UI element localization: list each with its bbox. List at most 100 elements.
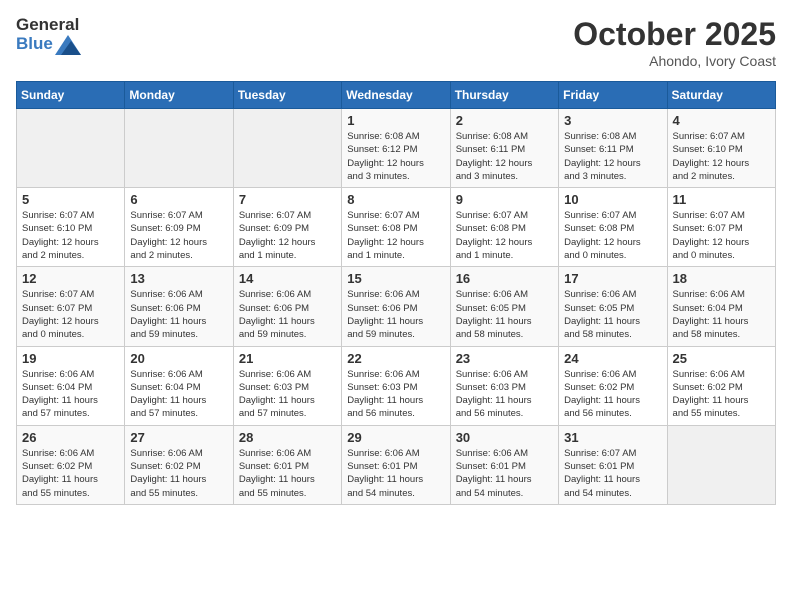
day-number: 8 bbox=[347, 192, 444, 207]
day-info: Sunrise: 6:07 AM Sunset: 6:01 PM Dayligh… bbox=[564, 447, 661, 500]
day-number: 13 bbox=[130, 271, 227, 286]
day-info: Sunrise: 6:06 AM Sunset: 6:01 PM Dayligh… bbox=[456, 447, 553, 500]
day-info: Sunrise: 6:06 AM Sunset: 6:04 PM Dayligh… bbox=[130, 368, 227, 421]
day-number: 30 bbox=[456, 430, 553, 445]
day-info: Sunrise: 6:08 AM Sunset: 6:11 PM Dayligh… bbox=[456, 130, 553, 183]
day-info: Sunrise: 6:06 AM Sunset: 6:03 PM Dayligh… bbox=[239, 368, 336, 421]
day-number: 5 bbox=[22, 192, 119, 207]
header-thursday: Thursday bbox=[450, 82, 558, 109]
day-cell-4-4: 30 Sunrise: 6:06 AM Sunset: 6:01 PM Dayli… bbox=[450, 425, 558, 504]
day-number: 17 bbox=[564, 271, 661, 286]
week-row-1: 1Sunrise: 6:08 AM Sunset: 6:12 PM Daylig… bbox=[17, 109, 776, 188]
day-number: 24 bbox=[564, 351, 661, 366]
day-cell-4-6 bbox=[667, 425, 775, 504]
day-info: Sunrise: 6:06 AM Sunset: 6:02 PM Dayligh… bbox=[130, 447, 227, 500]
day-info: Sunrise: 6:07 AM Sunset: 6:09 PM Dayligh… bbox=[130, 209, 227, 262]
day-info: Sunrise: 6:08 AM Sunset: 6:12 PM Dayligh… bbox=[347, 130, 444, 183]
day-cell-1-6: 11 Sunrise: 6:07 AM Sunset: 6:07 PM Dayli… bbox=[667, 188, 775, 267]
header-wednesday: Wednesday bbox=[342, 82, 450, 109]
week-row-2: 5 Sunrise: 6:07 AM Sunset: 6:10 PM Daylig… bbox=[17, 188, 776, 267]
day-info: Sunrise: 6:06 AM Sunset: 6:06 PM Dayligh… bbox=[130, 288, 227, 341]
header-tuesday: Tuesday bbox=[233, 82, 341, 109]
day-cell-4-1: 27Sunrise: 6:06 AM Sunset: 6:02 PM Dayli… bbox=[125, 425, 233, 504]
day-number: 29 bbox=[347, 430, 444, 445]
day-info: Sunrise: 6:06 AM Sunset: 6:03 PM Dayligh… bbox=[456, 368, 553, 421]
day-cell-1-3: 8 Sunrise: 6:07 AM Sunset: 6:08 PM Daylig… bbox=[342, 188, 450, 267]
day-cell-1-0: 5 Sunrise: 6:07 AM Sunset: 6:10 PM Daylig… bbox=[17, 188, 125, 267]
day-number: 11 bbox=[673, 192, 770, 207]
day-info: Sunrise: 6:06 AM Sunset: 6:05 PM Dayligh… bbox=[564, 288, 661, 341]
day-info: Sunrise: 6:07 AM Sunset: 6:07 PM Dayligh… bbox=[22, 288, 119, 341]
logo-general: General bbox=[16, 16, 81, 35]
header: General Blue October 2025 Ahondo, Ivory … bbox=[16, 16, 776, 69]
day-info: Sunrise: 6:06 AM Sunset: 6:06 PM Dayligh… bbox=[239, 288, 336, 341]
day-cell-3-6: 25 Sunrise: 6:06 AM Sunset: 6:02 PM Dayli… bbox=[667, 346, 775, 425]
day-info: Sunrise: 6:06 AM Sunset: 6:01 PM Dayligh… bbox=[239, 447, 336, 500]
day-number: 14 bbox=[239, 271, 336, 286]
day-info: Sunrise: 6:07 AM Sunset: 6:09 PM Dayligh… bbox=[239, 209, 336, 262]
day-info: Sunrise: 6:08 AM Sunset: 6:11 PM Dayligh… bbox=[564, 130, 661, 183]
header-monday: Monday bbox=[125, 82, 233, 109]
day-number: 9 bbox=[456, 192, 553, 207]
day-info: Sunrise: 6:06 AM Sunset: 6:06 PM Dayligh… bbox=[347, 288, 444, 341]
day-number: 22 bbox=[347, 351, 444, 366]
day-info: Sunrise: 6:07 AM Sunset: 6:08 PM Dayligh… bbox=[347, 209, 444, 262]
week-row-5: 26Sunrise: 6:06 AM Sunset: 6:02 PM Dayli… bbox=[17, 425, 776, 504]
day-number: 28 bbox=[239, 430, 336, 445]
day-cell-0-1 bbox=[125, 109, 233, 188]
day-info: Sunrise: 6:07 AM Sunset: 6:07 PM Dayligh… bbox=[673, 209, 770, 262]
day-info: Sunrise: 6:06 AM Sunset: 6:04 PM Dayligh… bbox=[22, 368, 119, 421]
header-saturday: Saturday bbox=[667, 82, 775, 109]
day-info: Sunrise: 6:07 AM Sunset: 6:08 PM Dayligh… bbox=[456, 209, 553, 262]
calendar-page: General Blue October 2025 Ahondo, Ivory … bbox=[0, 0, 792, 521]
logo-icon bbox=[55, 35, 81, 55]
day-info: Sunrise: 6:07 AM Sunset: 6:10 PM Dayligh… bbox=[22, 209, 119, 262]
header-friday: Friday bbox=[559, 82, 667, 109]
logo: General Blue bbox=[16, 16, 81, 55]
day-cell-4-0: 26Sunrise: 6:06 AM Sunset: 6:02 PM Dayli… bbox=[17, 425, 125, 504]
day-cell-3-0: 19Sunrise: 6:06 AM Sunset: 6:04 PM Dayli… bbox=[17, 346, 125, 425]
day-cell-0-6: 4 Sunrise: 6:07 AM Sunset: 6:10 PM Daylig… bbox=[667, 109, 775, 188]
day-cell-0-3: 1Sunrise: 6:08 AM Sunset: 6:12 PM Daylig… bbox=[342, 109, 450, 188]
day-cell-2-4: 16Sunrise: 6:06 AM Sunset: 6:05 PM Dayli… bbox=[450, 267, 558, 346]
day-number: 20 bbox=[130, 351, 227, 366]
day-cell-3-3: 22Sunrise: 6:06 AM Sunset: 6:03 PM Dayli… bbox=[342, 346, 450, 425]
header-sunday: Sunday bbox=[17, 82, 125, 109]
day-cell-1-1: 6 Sunrise: 6:07 AM Sunset: 6:09 PM Daylig… bbox=[125, 188, 233, 267]
day-info: Sunrise: 6:07 AM Sunset: 6:08 PM Dayligh… bbox=[564, 209, 661, 262]
day-info: Sunrise: 6:06 AM Sunset: 6:02 PM Dayligh… bbox=[22, 447, 119, 500]
logo-blue: Blue bbox=[16, 35, 53, 54]
day-cell-0-2 bbox=[233, 109, 341, 188]
day-cell-2-5: 17 Sunrise: 6:06 AM Sunset: 6:05 PM Dayli… bbox=[559, 267, 667, 346]
day-info: Sunrise: 6:07 AM Sunset: 6:10 PM Dayligh… bbox=[673, 130, 770, 183]
day-info: Sunrise: 6:06 AM Sunset: 6:01 PM Dayligh… bbox=[347, 447, 444, 500]
day-cell-3-2: 21Sunrise: 6:06 AM Sunset: 6:03 PM Dayli… bbox=[233, 346, 341, 425]
day-info: Sunrise: 6:06 AM Sunset: 6:02 PM Dayligh… bbox=[673, 368, 770, 421]
day-number: 18 bbox=[673, 271, 770, 286]
day-cell-2-2: 14 Sunrise: 6:06 AM Sunset: 6:06 PM Dayli… bbox=[233, 267, 341, 346]
day-cell-0-0 bbox=[17, 109, 125, 188]
day-number: 15 bbox=[347, 271, 444, 286]
day-number: 23 bbox=[456, 351, 553, 366]
day-number: 4 bbox=[673, 113, 770, 128]
day-cell-1-2: 7 Sunrise: 6:07 AM Sunset: 6:09 PM Daylig… bbox=[233, 188, 341, 267]
day-number: 12 bbox=[22, 271, 119, 286]
day-cell-4-3: 29 Sunrise: 6:06 AM Sunset: 6:01 PM Dayli… bbox=[342, 425, 450, 504]
day-info: Sunrise: 6:06 AM Sunset: 6:02 PM Dayligh… bbox=[564, 368, 661, 421]
day-cell-3-1: 20 Sunrise: 6:06 AM Sunset: 6:04 PM Dayli… bbox=[125, 346, 233, 425]
day-number: 2 bbox=[456, 113, 553, 128]
day-cell-1-4: 9 Sunrise: 6:07 AM Sunset: 6:08 PM Daylig… bbox=[450, 188, 558, 267]
day-cell-4-2: 28 Sunrise: 6:06 AM Sunset: 6:01 PM Dayli… bbox=[233, 425, 341, 504]
day-cell-3-4: 23 Sunrise: 6:06 AM Sunset: 6:03 PM Dayli… bbox=[450, 346, 558, 425]
day-number: 16 bbox=[456, 271, 553, 286]
day-cell-2-1: 13 Sunrise: 6:06 AM Sunset: 6:06 PM Dayli… bbox=[125, 267, 233, 346]
calendar-table: Sunday Monday Tuesday Wednesday Thursday… bbox=[16, 81, 776, 505]
day-number: 6 bbox=[130, 192, 227, 207]
day-number: 25 bbox=[673, 351, 770, 366]
day-number: 31 bbox=[564, 430, 661, 445]
day-number: 7 bbox=[239, 192, 336, 207]
title-block: October 2025 Ahondo, Ivory Coast bbox=[573, 16, 776, 69]
day-cell-2-3: 15 Sunrise: 6:06 AM Sunset: 6:06 PM Dayli… bbox=[342, 267, 450, 346]
day-cell-3-5: 24 Sunrise: 6:06 AM Sunset: 6:02 PM Dayli… bbox=[559, 346, 667, 425]
day-cell-0-4: 2 Sunrise: 6:08 AM Sunset: 6:11 PM Daylig… bbox=[450, 109, 558, 188]
